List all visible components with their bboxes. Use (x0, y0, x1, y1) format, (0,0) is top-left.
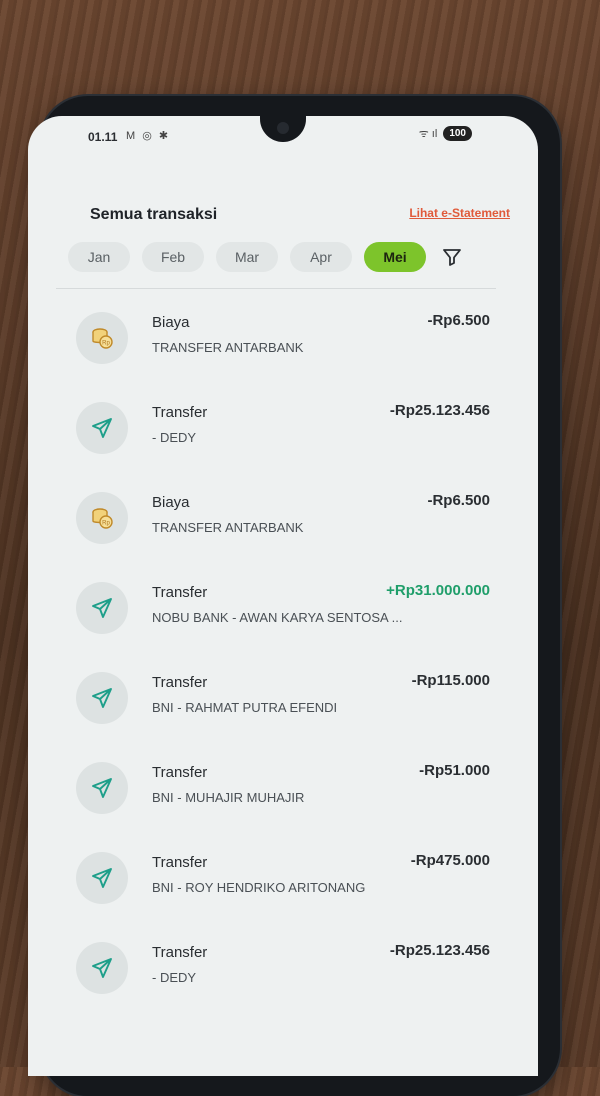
month-tabs: Jan Feb Mar Apr Mei (68, 242, 466, 272)
transaction-list: Rp Biaya TRANSFER ANTARBANK -Rp6.500 Tra… (68, 298, 498, 1018)
list-item[interactable]: Transfer NOBU BANK - AWAN KARYA SENTOSA … (68, 568, 498, 658)
tx-desc: BNI - ROY HENDRIKO ARITONANG (152, 880, 366, 895)
tx-type: Transfer (152, 674, 208, 691)
tx-amount: -Rp51.000 (419, 762, 490, 779)
tx-type: Transfer (152, 584, 208, 601)
list-item[interactable]: Rp Biaya TRANSFER ANTARBANK -Rp6.500 (68, 298, 498, 388)
tx-type: Biaya (152, 314, 190, 331)
tx-type: Transfer (152, 854, 208, 871)
notification-icons: M ◎ ✱ (126, 130, 171, 142)
tx-desc: BNI - RAHMAT PUTRA EFENDI (152, 700, 338, 715)
page-header: Semua transaksi Lihat e-Statement (90, 204, 510, 228)
tx-type: Biaya (152, 494, 190, 511)
list-item[interactable]: Rp Biaya TRANSFER ANTARBANK -Rp6.500 (68, 478, 498, 568)
tx-desc: - DEDY (152, 970, 197, 985)
tx-desc: BNI - MUHAJIR MUHAJIR (152, 790, 305, 805)
app-screen: 01.11 M ◎ ✱ ᯤ ıl 100 Semua transaksi Lih… (28, 116, 538, 1076)
status-bar: 01.11 M ◎ ✱ ᯤ ıl 100 (28, 116, 538, 156)
tab-jan[interactable]: Jan (68, 242, 130, 272)
send-icon (76, 402, 128, 454)
tab-mei[interactable]: Mei (364, 242, 426, 272)
tx-desc: NOBU BANK - AWAN KARYA SENTOSA ... (152, 610, 403, 625)
send-icon (76, 582, 128, 634)
tx-amount: -Rp25.123.456 (389, 942, 490, 959)
signal-icon: ᯤ ıl (418, 128, 438, 140)
tab-feb[interactable]: Feb (142, 242, 204, 272)
tx-type: Transfer (152, 944, 208, 961)
svg-text:Rp: Rp (102, 521, 110, 527)
send-icon (76, 942, 128, 994)
tx-amount: -Rp6.500 (427, 492, 490, 509)
status-right: ᯤ ıl 100 (419, 126, 472, 141)
filter-icon[interactable] (438, 243, 466, 271)
coins-icon: Rp (76, 312, 128, 364)
tx-amount: -Rp6.500 (427, 312, 490, 329)
tx-amount: -Rp475.000 (410, 852, 490, 869)
tx-type: Transfer (152, 764, 208, 781)
send-icon (76, 762, 128, 814)
status-time: 01.11 (88, 130, 118, 144)
page-title: Semua transaksi (90, 206, 218, 223)
tx-type: Transfer (152, 404, 208, 421)
estatement-link[interactable]: Lihat e-Statement (409, 206, 510, 220)
list-item[interactable]: Transfer - DEDY -Rp25.123.456 (68, 388, 498, 478)
list-item[interactable]: Transfer - DEDY -Rp25.123.456 (68, 928, 498, 1018)
list-item[interactable]: Transfer BNI - MUHAJIR MUHAJIR -Rp51.000 (68, 748, 498, 838)
tx-amount: +Rp31.000.000 (386, 582, 490, 599)
tx-desc: - DEDY (152, 430, 197, 445)
coins-icon: Rp (76, 492, 128, 544)
send-icon (76, 852, 128, 904)
battery-icon: 100 (443, 126, 472, 141)
tab-apr[interactable]: Apr (290, 242, 352, 272)
list-item[interactable]: Transfer BNI - RAHMAT PUTRA EFENDI -Rp11… (68, 658, 498, 748)
tab-mar[interactable]: Mar (216, 242, 278, 272)
tx-desc: TRANSFER ANTARBANK (152, 520, 304, 535)
svg-text:Rp: Rp (102, 341, 110, 347)
send-icon (76, 672, 128, 724)
tx-amount: -Rp25.123.456 (389, 402, 490, 419)
tx-desc: TRANSFER ANTARBANK (152, 340, 304, 355)
divider (56, 288, 496, 289)
tx-amount: -Rp115.000 (411, 672, 490, 689)
list-item[interactable]: Transfer BNI - ROY HENDRIKO ARITONANG -R… (68, 838, 498, 928)
